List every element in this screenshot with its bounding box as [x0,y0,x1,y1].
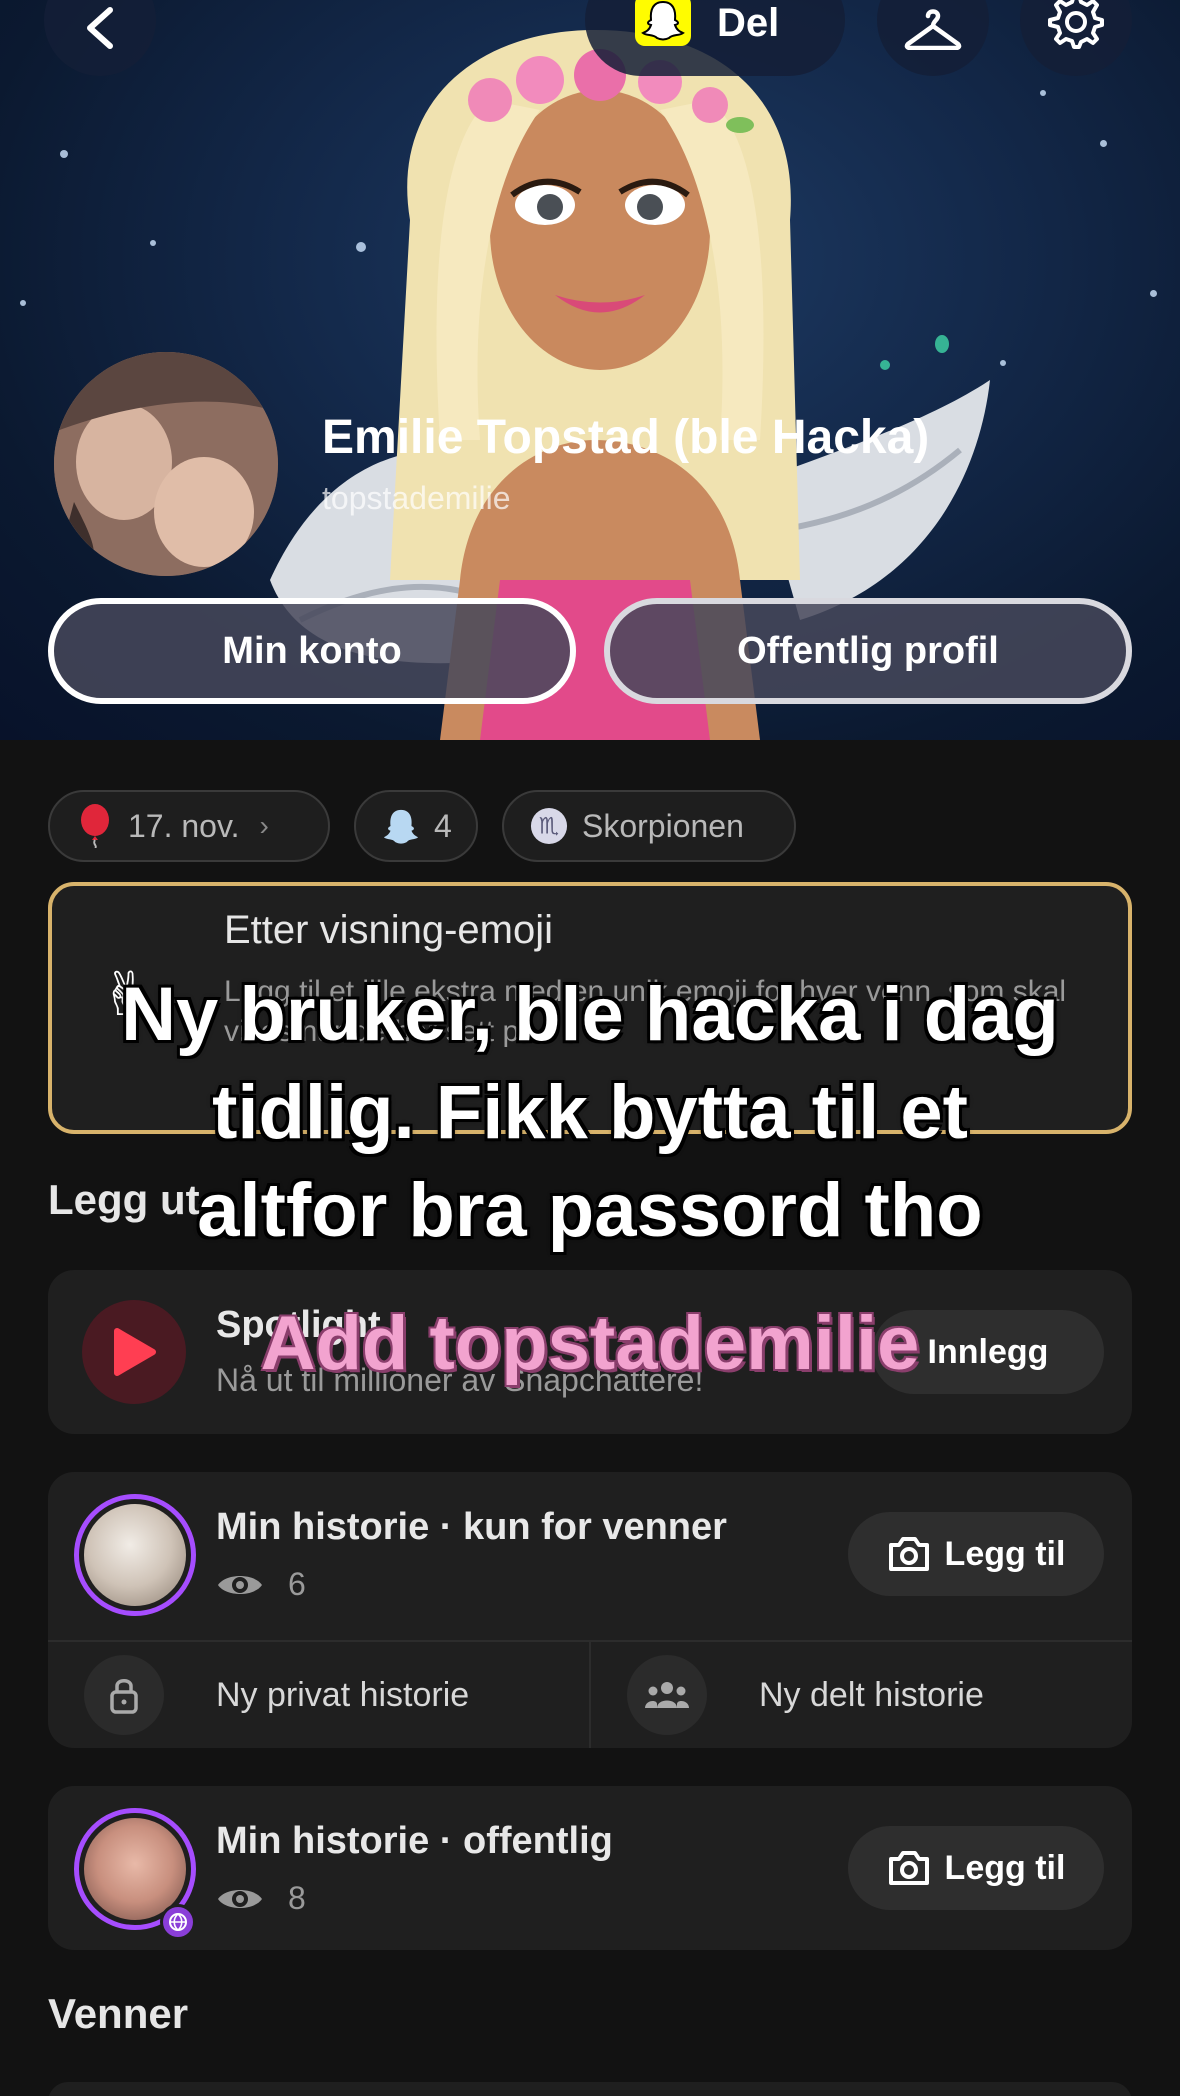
story-friends-title: Min historie · kun for venner [216,1506,727,1548]
star [1040,90,1046,96]
caption-line-3: altfor bra passord tho [197,1168,983,1253]
share-label: Del [717,1,780,45]
hanger-icon [904,9,962,50]
snapstreak-chip[interactable]: 4 [354,790,478,862]
share-button[interactable]: Del [585,0,845,76]
public-profile-button[interactable]: Offentlig profil [604,598,1132,704]
emoji-card-title: Etter visning-emoji [224,908,554,952]
profile-header: Del Emilie Topstad (ble Hacka) topstadem… [0,0,1180,740]
zodiac-chip[interactable]: ♏ Skorpionen [502,790,796,862]
ghost-icon [382,807,420,845]
new-shared-story-label: Ny delt historie [759,1675,984,1714]
svg-text:♏: ♏ [539,814,559,840]
star [60,150,68,158]
lock-icon [84,1655,164,1735]
star [1100,140,1107,147]
friends-card [48,2082,1132,2096]
birthday-chip[interactable]: 17. nov. › [48,790,330,862]
my-account-button[interactable]: Min konto [48,598,576,704]
story-options: Ny privat historie Ny delt historie [48,1640,1132,1748]
zodiac-label: Skorpionen [582,807,744,844]
chevron-left-icon [87,7,113,49]
snapcode-icon [635,0,691,46]
my-story-friends-card: Min historie · kun for venner 6 Legg til… [48,1472,1132,1748]
star [20,300,26,306]
back-button[interactable] [44,0,156,76]
caption-add-user: Add topstademilie [260,1301,920,1386]
camera-icon [888,1537,929,1571]
eye-icon [218,1575,262,1594]
balloon-icon [76,804,114,848]
birthday-label: 17. nov. [128,807,240,844]
story-friends-add-label: Legg til [944,1534,1066,1573]
story-public-add-button[interactable]: Legg til [848,1826,1104,1910]
caption-line-2: tidlig. Fikk bytta til et [212,1070,968,1155]
friends-section-heading: Venner [48,1990,189,2037]
story-public-add-label: Legg til [944,1848,1066,1887]
my-story-public-card: Min historie · offentlig 8 Legg til [48,1786,1132,1950]
story-thumbnail[interactable] [74,1494,196,1616]
story-public-title: Min historie · offentlig [216,1820,613,1862]
profile-picture[interactable] [54,352,278,576]
camera-icon [888,1851,929,1885]
new-private-story-label: Ny privat historie [216,1675,470,1714]
story-friends-views: 6 [216,1566,306,1603]
story-public-views: 8 [216,1880,306,1917]
settings-button[interactable] [1020,0,1132,76]
gear-icon [1048,0,1104,49]
globe-icon [160,1904,196,1940]
display-name: Emilie Topstad (ble Hacka) [322,411,930,464]
star [1150,290,1157,297]
scorpio-icon: ♏ [530,807,568,845]
new-private-story-button[interactable]: Ny privat historie [48,1642,589,1748]
new-shared-story-button[interactable]: Ny delt historie [589,1642,1132,1748]
story-public-view-count: 8 [288,1880,306,1916]
eye-icon [218,1889,262,1908]
chevron-right-icon: › [259,810,269,841]
group-icon [627,1655,707,1735]
story-friends-view-count: 6 [288,1566,306,1602]
username: topstademilie [322,480,511,516]
story-friends-add-button[interactable]: Legg til [848,1512,1104,1596]
ghost-count: 4 [434,807,452,844]
profile-photo [54,352,278,576]
caption-line-1: Ny bruker, ble hacka i dag [121,972,1059,1057]
star [150,240,156,246]
